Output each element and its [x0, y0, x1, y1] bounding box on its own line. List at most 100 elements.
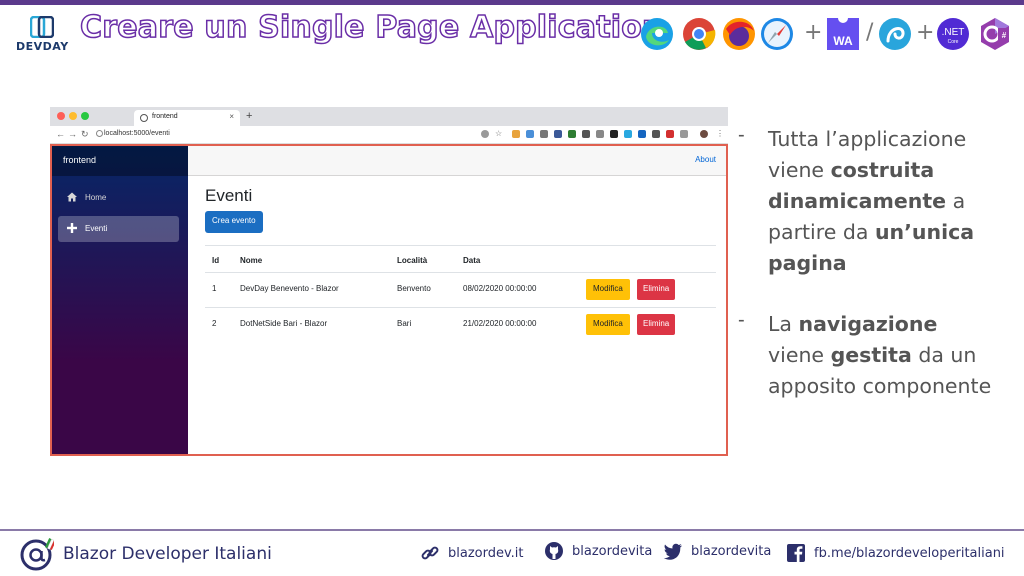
dotnet-core-icon: .NET Core	[937, 18, 969, 50]
app-top-row: About	[188, 146, 726, 176]
footer-github-text[interactable]: blazordevita	[572, 544, 652, 559]
extension-icon-1[interactable]	[512, 130, 520, 138]
page-viewport: frontend Home Eventi About Eventi Crea e…	[50, 144, 728, 456]
forward-arrow-icon[interactable]: →	[68, 129, 77, 139]
bullet-text: Tutta l’applicazione viene costruita din…	[768, 127, 975, 275]
core-label: Core	[948, 39, 959, 45]
plus-separator: +	[804, 20, 823, 45]
webassembly-icon: WA	[827, 18, 859, 50]
webassembly-label: WA	[833, 34, 853, 48]
devday-mark-icon	[30, 16, 54, 38]
new-tab-button[interactable]: +	[246, 110, 252, 122]
edit-button[interactable]: Modifica	[586, 314, 630, 335]
twitter-icon	[663, 543, 682, 560]
firefox-icon	[723, 18, 755, 50]
edit-button[interactable]: Modifica	[586, 279, 630, 300]
dotnet-label: .NET	[942, 27, 965, 38]
extension-icon-13[interactable]	[680, 130, 688, 138]
cell-id: 1	[212, 284, 217, 293]
cell-localita: Benvento	[397, 284, 431, 293]
browser-tabstrip: frontend × +	[50, 107, 728, 126]
facebook-icon	[787, 544, 805, 562]
cell-nome: DotNetSide Bari - Blazor	[240, 319, 328, 328]
table-header-row: Id Nome Località Data	[205, 245, 716, 272]
browser-window: frontend × + ← → ↻ localhost:5000/eventi…	[50, 107, 728, 456]
plus-separator-2: +	[916, 20, 935, 45]
column-header-localita: Località	[397, 256, 428, 265]
table-row: 1 DevDay Benevento - Blazor Benvento 08/…	[205, 272, 716, 307]
footer-website-text[interactable]: blazordev.it	[448, 546, 524, 561]
column-header-id: Id	[212, 256, 220, 265]
maximize-window-icon[interactable]	[81, 112, 89, 120]
edge-icon	[641, 18, 673, 50]
zoom-icon[interactable]	[481, 130, 489, 138]
sidebar-item-home[interactable]: Home	[58, 185, 179, 211]
minimize-window-icon[interactable]	[69, 112, 77, 120]
footer-twitter-text[interactable]: blazordevita	[691, 544, 771, 559]
extension-icon-8[interactable]	[610, 130, 618, 138]
extension-icon-3[interactable]	[540, 130, 548, 138]
create-event-button[interactable]: Crea evento	[205, 211, 263, 233]
extension-icon-6[interactable]	[582, 130, 590, 138]
footer-brand: Blazor Developer Italiani	[63, 544, 272, 564]
extension-icon-11[interactable]	[652, 130, 660, 138]
back-arrow-icon[interactable]: ←	[56, 129, 65, 139]
cell-localita: Bari	[397, 319, 412, 328]
top-accent-bar	[0, 0, 1024, 5]
info-icon[interactable]	[96, 130, 103, 137]
delete-button[interactable]: Elimina	[637, 314, 676, 335]
bullet-text: La navigazione viene gestita da un appos…	[768, 312, 992, 398]
extension-icon-4[interactable]	[554, 130, 562, 138]
plus-icon	[67, 223, 77, 233]
bullet-dash: -	[738, 124, 745, 146]
slide-title: Creare un Single Page Application	[79, 9, 664, 46]
more-menu-icon[interactable]: ⋮	[716, 129, 724, 138]
devday-logo-text: DEVDAY	[16, 40, 69, 53]
footer-facebook-text[interactable]: fb.me/blazordeveloperitaliani	[814, 546, 1005, 561]
csharp-icon: #	[981, 18, 1009, 50]
cell-data: 08/02/2020 00:00:00	[463, 284, 537, 293]
slide-footer: Blazor Developer Italiani blazordev.it b…	[0, 531, 1024, 576]
extension-icon-10[interactable]	[638, 130, 646, 138]
app-main: About Eventi Crea evento Id Nome Localit…	[188, 146, 726, 454]
home-icon	[67, 192, 77, 202]
extension-icon-2[interactable]	[526, 130, 534, 138]
blazor-italiani-logo-icon	[20, 538, 54, 571]
extension-icon-12[interactable]	[666, 130, 674, 138]
column-header-data: Data	[463, 256, 481, 265]
about-link[interactable]: About	[695, 155, 716, 164]
github-icon	[545, 542, 563, 560]
sidebar-item-label: Home	[85, 193, 107, 202]
tab-title: frontend	[152, 113, 178, 120]
bookmark-star-icon[interactable]: ☆	[495, 129, 502, 138]
extension-icon-5[interactable]	[568, 130, 576, 138]
cell-id: 2	[212, 319, 217, 328]
profile-avatar[interactable]	[700, 130, 708, 138]
close-window-icon[interactable]	[57, 112, 65, 120]
extension-icon-9[interactable]	[624, 130, 632, 138]
sidebar-item-eventi[interactable]: Eventi	[58, 216, 179, 242]
tech-icons: + WA / + .NET Core #	[638, 14, 1018, 54]
devday-logo: DEVDAY	[16, 16, 68, 56]
table-row: 2 DotNetSide Bari - Blazor Bari 21/02/20…	[205, 307, 716, 342]
browser-toolbar: ← → ↻ localhost:5000/eventi ☆ ⋮	[50, 126, 728, 144]
reload-icon[interactable]: ↻	[81, 129, 89, 140]
url-field[interactable]: localhost:5000/eventi	[104, 130, 170, 137]
globe-icon	[140, 114, 148, 122]
link-icon	[421, 546, 439, 560]
column-header-nome: Nome	[240, 256, 263, 265]
bullet-dash: -	[738, 309, 745, 331]
chrome-icon	[683, 18, 716, 50]
app-brand[interactable]: frontend	[52, 146, 188, 176]
browser-tab[interactable]: frontend ×	[134, 110, 240, 126]
slash-separator: /	[866, 20, 874, 45]
safari-icon	[761, 18, 793, 50]
cell-data: 21/02/2020 00:00:00	[463, 319, 537, 328]
sidebar-item-label: Eventi	[85, 224, 108, 233]
app-sidebar: frontend Home Eventi	[52, 146, 188, 454]
delete-button[interactable]: Elimina	[637, 279, 676, 300]
blazor-icon	[879, 18, 911, 50]
extension-icon-7[interactable]	[596, 130, 604, 138]
cell-nome: DevDay Benevento - Blazor	[240, 284, 339, 293]
tab-close-icon[interactable]: ×	[229, 112, 234, 121]
